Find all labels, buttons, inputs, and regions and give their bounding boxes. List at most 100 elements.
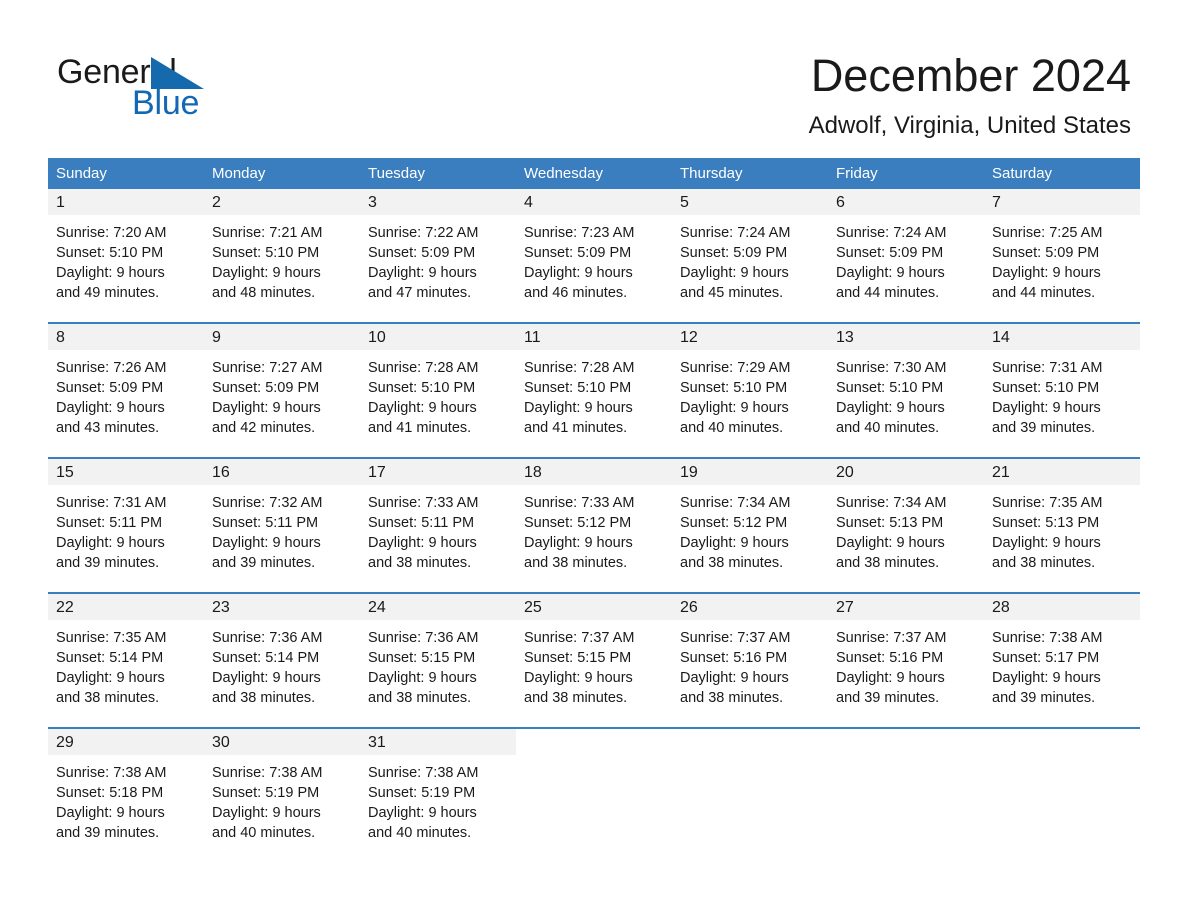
- day-details: Sunrise: 7:37 AM Sunset: 5:15 PM Dayligh…: [516, 620, 672, 708]
- day-cell[interactable]: 7 Sunrise: 7:25 AM Sunset: 5:09 PM Dayli…: [984, 189, 1140, 322]
- day-cell[interactable]: 2 Sunrise: 7:21 AM Sunset: 5:10 PM Dayli…: [204, 189, 360, 322]
- sunset-text: Sunset: 5:12 PM: [524, 515, 632, 531]
- sunset-text: Sunset: 5:14 PM: [56, 650, 164, 666]
- day-details: Sunrise: 7:37 AM Sunset: 5:16 PM Dayligh…: [828, 620, 984, 708]
- sunset-text: Sunset: 5:13 PM: [992, 515, 1100, 531]
- day-cell[interactable]: 25 Sunrise: 7:37 AM Sunset: 5:15 PM Dayl…: [516, 594, 672, 727]
- daylight-text-line1: Daylight: 9 hours: [836, 670, 945, 686]
- daylight-text-line2: and 38 minutes.: [992, 555, 1096, 571]
- weekday-header-tuesday: Tuesday: [368, 165, 425, 182]
- day-cell[interactable]: 1 Sunrise: 7:20 AM Sunset: 5:10 PM Dayli…: [48, 189, 204, 322]
- day-cell[interactable]: 14 Sunrise: 7:31 AM Sunset: 5:10 PM Dayl…: [984, 324, 1140, 457]
- day-cell[interactable]: 5 Sunrise: 7:24 AM Sunset: 5:09 PM Dayli…: [672, 189, 828, 322]
- day-cell-empty: [828, 729, 984, 862]
- day-number-band: 23: [204, 594, 360, 620]
- daylight-text-line1: Daylight: 9 hours: [992, 535, 1101, 551]
- day-cell[interactable]: 24 Sunrise: 7:36 AM Sunset: 5:15 PM Dayl…: [360, 594, 516, 727]
- day-cell[interactable]: 27 Sunrise: 7:37 AM Sunset: 5:16 PM Dayl…: [828, 594, 984, 727]
- day-cell[interactable]: 3 Sunrise: 7:22 AM Sunset: 5:09 PM Dayli…: [360, 189, 516, 322]
- day-cell[interactable]: 28 Sunrise: 7:38 AM Sunset: 5:17 PM Dayl…: [984, 594, 1140, 727]
- logo-text-blue: Blue: [132, 84, 200, 122]
- day-cell[interactable]: 16 Sunrise: 7:32 AM Sunset: 5:11 PM Dayl…: [204, 459, 360, 592]
- day-number-band: 5: [672, 189, 828, 215]
- sunrise-text: Sunrise: 7:26 AM: [56, 360, 167, 376]
- day-number: 7: [992, 194, 1001, 211]
- day-cell[interactable]: 23 Sunrise: 7:36 AM Sunset: 5:14 PM Dayl…: [204, 594, 360, 727]
- weekday-header-sunday: Sunday: [56, 165, 107, 182]
- day-cell[interactable]: 30 Sunrise: 7:38 AM Sunset: 5:19 PM Dayl…: [204, 729, 360, 862]
- title-block: December 2024 Adwolf, Virginia, United S…: [809, 48, 1131, 141]
- day-cell[interactable]: 17 Sunrise: 7:33 AM Sunset: 5:11 PM Dayl…: [360, 459, 516, 592]
- daylight-text-line1: Daylight: 9 hours: [368, 670, 477, 686]
- sunset-text: Sunset: 5:10 PM: [212, 245, 320, 261]
- day-cell[interactable]: 9 Sunrise: 7:27 AM Sunset: 5:09 PM Dayli…: [204, 324, 360, 457]
- day-cell[interactable]: 6 Sunrise: 7:24 AM Sunset: 5:09 PM Dayli…: [828, 189, 984, 322]
- day-number-band: 16: [204, 459, 360, 485]
- day-cell[interactable]: 26 Sunrise: 7:37 AM Sunset: 5:16 PM Dayl…: [672, 594, 828, 727]
- day-number-band: 9: [204, 324, 360, 350]
- daylight-text-line1: Daylight: 9 hours: [56, 670, 165, 686]
- day-number-band: 28: [984, 594, 1140, 620]
- sunset-text: Sunset: 5:19 PM: [212, 785, 320, 801]
- sunrise-text: Sunrise: 7:35 AM: [992, 495, 1103, 511]
- day-number-band: [828, 729, 984, 755]
- sunset-text: Sunset: 5:11 PM: [368, 515, 475, 531]
- day-number: 22: [56, 599, 74, 616]
- day-cell[interactable]: 13 Sunrise: 7:30 AM Sunset: 5:10 PM Dayl…: [828, 324, 984, 457]
- day-cell[interactable]: 18 Sunrise: 7:33 AM Sunset: 5:12 PM Dayl…: [516, 459, 672, 592]
- daylight-text-line1: Daylight: 9 hours: [368, 265, 477, 281]
- sunset-text: Sunset: 5:09 PM: [836, 245, 944, 261]
- day-number: 14: [992, 329, 1010, 346]
- day-cell[interactable]: 31 Sunrise: 7:38 AM Sunset: 5:19 PM Dayl…: [360, 729, 516, 862]
- sunrise-text: Sunrise: 7:23 AM: [524, 225, 635, 241]
- day-cell[interactable]: 4 Sunrise: 7:23 AM Sunset: 5:09 PM Dayli…: [516, 189, 672, 322]
- sunset-text: Sunset: 5:14 PM: [212, 650, 320, 666]
- day-cell[interactable]: 8 Sunrise: 7:26 AM Sunset: 5:09 PM Dayli…: [48, 324, 204, 457]
- day-details: Sunrise: 7:29 AM Sunset: 5:10 PM Dayligh…: [672, 350, 828, 438]
- day-number-band: 19: [672, 459, 828, 485]
- day-cell[interactable]: 22 Sunrise: 7:35 AM Sunset: 5:14 PM Dayl…: [48, 594, 204, 727]
- day-cell[interactable]: 21 Sunrise: 7:35 AM Sunset: 5:13 PM Dayl…: [984, 459, 1140, 592]
- daylight-text-line1: Daylight: 9 hours: [680, 670, 789, 686]
- day-number: 26: [680, 599, 698, 616]
- day-number: 19: [680, 464, 698, 481]
- weekday-header-monday: Monday: [212, 165, 266, 182]
- sunrise-text: Sunrise: 7:34 AM: [680, 495, 791, 511]
- sunrise-text: Sunrise: 7:24 AM: [836, 225, 947, 241]
- sunset-text: Sunset: 5:19 PM: [368, 785, 476, 801]
- weekday-header-saturday: Saturday: [992, 165, 1053, 182]
- daylight-text-line2: and 39 minutes.: [56, 555, 160, 571]
- day-number-band: 30: [204, 729, 360, 755]
- calendar-page: General Blue December 2024 Adwolf, Virgi…: [0, 0, 1188, 918]
- day-number-band: 24: [360, 594, 516, 620]
- day-details: Sunrise: 7:27 AM Sunset: 5:09 PM Dayligh…: [204, 350, 360, 438]
- day-cell[interactable]: 15 Sunrise: 7:31 AM Sunset: 5:11 PM Dayl…: [48, 459, 204, 592]
- day-number: 17: [368, 464, 386, 481]
- day-cell[interactable]: 10 Sunrise: 7:28 AM Sunset: 5:10 PM Dayl…: [360, 324, 516, 457]
- sunrise-text: Sunrise: 7:37 AM: [680, 630, 791, 646]
- day-details: Sunrise: 7:32 AM Sunset: 5:11 PM Dayligh…: [204, 485, 360, 573]
- day-number-band: 18: [516, 459, 672, 485]
- day-number: 21: [992, 464, 1010, 481]
- day-cell-empty: [672, 729, 828, 862]
- daylight-text-line2: and 39 minutes.: [836, 690, 940, 706]
- daylight-text-line1: Daylight: 9 hours: [836, 535, 945, 551]
- day-number: 25: [524, 599, 542, 616]
- day-number-band: 26: [672, 594, 828, 620]
- day-cell-empty: [516, 729, 672, 862]
- day-cell[interactable]: 29 Sunrise: 7:38 AM Sunset: 5:18 PM Dayl…: [48, 729, 204, 862]
- day-number-band: 7: [984, 189, 1140, 215]
- day-number: 8: [56, 329, 65, 346]
- daylight-text-line1: Daylight: 9 hours: [212, 535, 321, 551]
- day-number-band: 20: [828, 459, 984, 485]
- weekday-header-friday: Friday: [836, 165, 878, 182]
- day-details: Sunrise: 7:24 AM Sunset: 5:09 PM Dayligh…: [672, 215, 828, 303]
- day-details: Sunrise: 7:22 AM Sunset: 5:09 PM Dayligh…: [360, 215, 516, 303]
- day-cell[interactable]: 19 Sunrise: 7:34 AM Sunset: 5:12 PM Dayl…: [672, 459, 828, 592]
- day-cell[interactable]: 12 Sunrise: 7:29 AM Sunset: 5:10 PM Dayl…: [672, 324, 828, 457]
- sunset-text: Sunset: 5:09 PM: [992, 245, 1100, 261]
- daylight-text-line1: Daylight: 9 hours: [368, 805, 477, 821]
- day-cell[interactable]: 20 Sunrise: 7:34 AM Sunset: 5:13 PM Dayl…: [828, 459, 984, 592]
- day-details: Sunrise: 7:28 AM Sunset: 5:10 PM Dayligh…: [360, 350, 516, 438]
- day-cell[interactable]: 11 Sunrise: 7:28 AM Sunset: 5:10 PM Dayl…: [516, 324, 672, 457]
